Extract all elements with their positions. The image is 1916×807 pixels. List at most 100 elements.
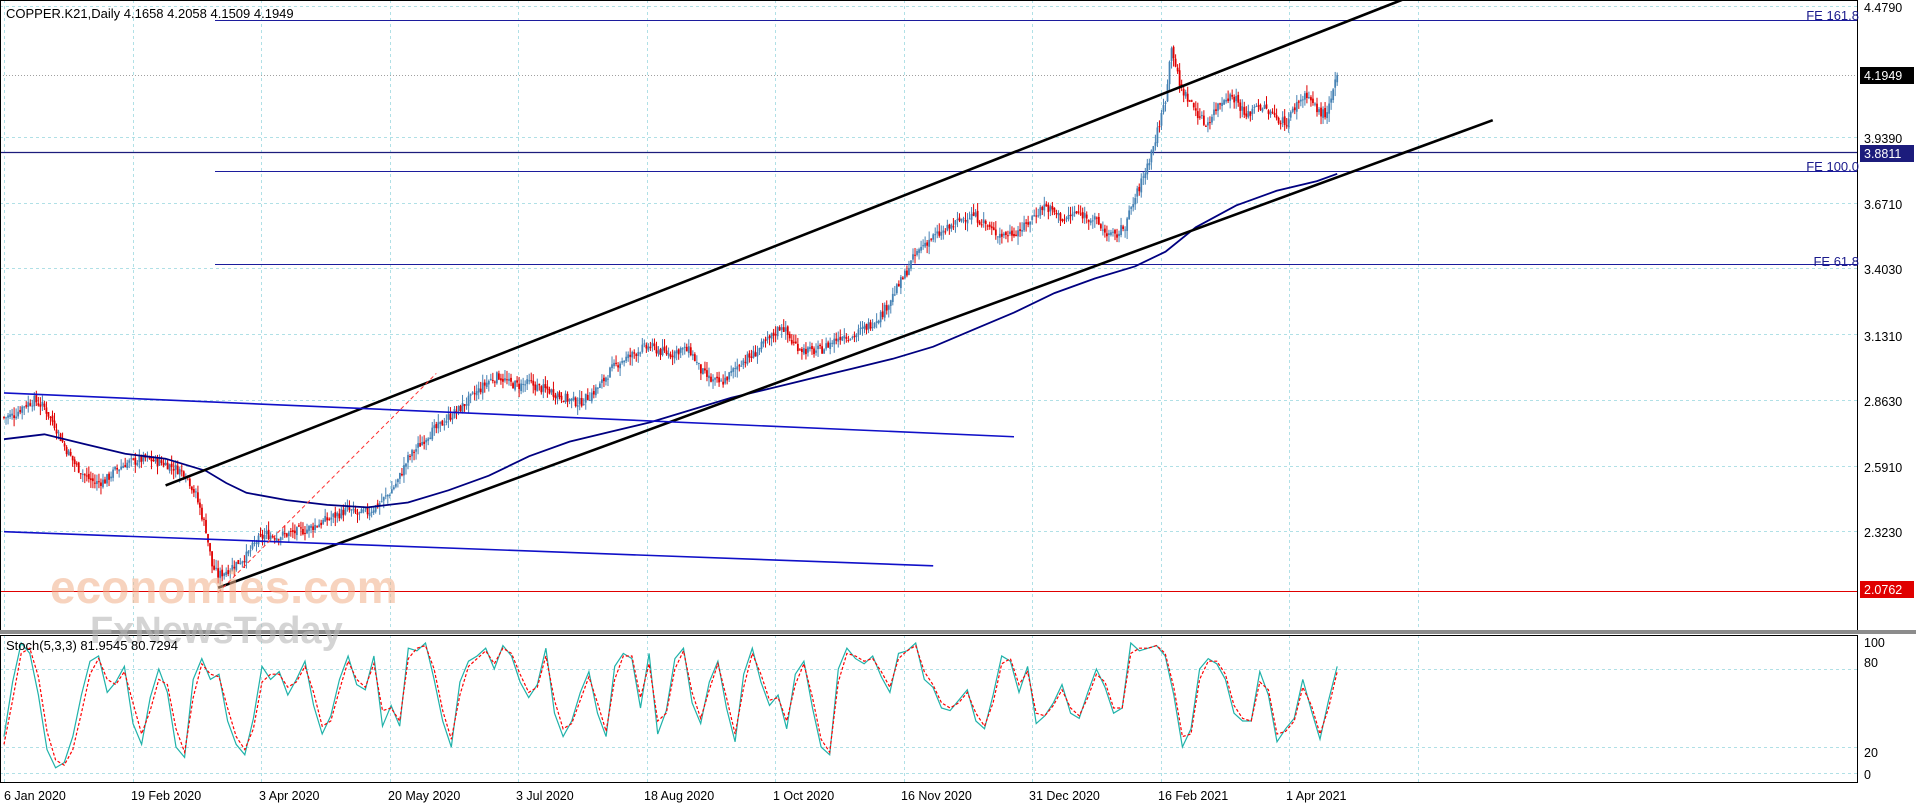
candle-bear — [1285, 125, 1288, 127]
candle-bear — [722, 381, 725, 385]
candle-bull — [429, 437, 432, 440]
candle-bear — [479, 388, 482, 393]
candle-bear — [104, 479, 106, 484]
candle-bull — [362, 510, 365, 512]
candle-bull — [681, 348, 684, 350]
candle-bear — [930, 238, 933, 240]
candle-bear — [986, 225, 989, 227]
candle-bull — [918, 249, 920, 253]
candle-bull — [1247, 111, 1250, 118]
candle-bear — [847, 339, 850, 341]
candle-bull — [631, 351, 634, 358]
candle-bull — [879, 312, 882, 323]
candle-bear — [162, 462, 165, 466]
candle-bull — [1326, 112, 1328, 119]
candle-bull — [11, 413, 13, 416]
candle-bull — [253, 542, 256, 544]
candle-bull — [1023, 222, 1025, 231]
candle-bear — [100, 482, 102, 486]
candle-bear — [502, 378, 504, 382]
candle-bull — [841, 337, 844, 341]
candle-bear — [718, 377, 720, 383]
candle-bear — [972, 212, 975, 216]
candle-bear — [835, 338, 838, 341]
candle-bull — [318, 524, 321, 528]
candle-bull — [31, 405, 34, 407]
candle-bull — [33, 395, 36, 407]
candle-bear — [1059, 213, 1062, 221]
candle-bull — [736, 366, 739, 370]
candle-bull — [570, 398, 573, 401]
candle-bull — [427, 438, 430, 441]
candle-bull — [21, 406, 24, 413]
candle-bull — [572, 396, 575, 400]
candle-bull — [364, 508, 367, 510]
candle-bull — [453, 409, 456, 418]
candle-bull — [475, 391, 478, 396]
candle-bear — [669, 354, 672, 358]
candle-bull — [946, 224, 949, 231]
candle-bear — [1106, 233, 1108, 237]
candle-bull — [1269, 111, 1272, 115]
candle-bull — [550, 389, 553, 393]
candle-bear — [285, 533, 288, 537]
candle-bull — [130, 458, 133, 460]
candle-bull — [605, 377, 607, 382]
candle-bull — [815, 350, 817, 353]
candle-bull — [1130, 207, 1133, 209]
candle-bull — [1144, 173, 1147, 179]
candle-bear — [992, 227, 995, 230]
candle-bull — [643, 343, 646, 345]
candle-bear — [914, 254, 916, 256]
candle-bear — [1041, 206, 1044, 211]
candle-bear — [35, 394, 38, 403]
candle-bear — [964, 219, 967, 222]
stoch-tick: 80 — [1864, 656, 1878, 670]
candle-bear — [1273, 112, 1276, 116]
date-tick: 6 Jan 2020 — [4, 789, 66, 803]
candle-bull — [487, 380, 490, 385]
candle-bear — [304, 532, 306, 534]
candle-bull — [623, 360, 626, 363]
candle-bull — [360, 509, 363, 514]
candle-bull — [851, 336, 854, 338]
candle-bull — [1134, 198, 1137, 205]
candle-bear — [209, 543, 211, 552]
stoch-tick: 20 — [1864, 746, 1878, 760]
candle-bear — [1277, 117, 1280, 124]
candle-bull — [1287, 118, 1290, 128]
candle-bull — [1110, 232, 1112, 235]
candle-bull — [524, 384, 527, 386]
candle-bull — [758, 347, 761, 352]
candle-bull — [974, 212, 977, 217]
candle-bull — [1308, 97, 1310, 99]
candle-bear — [1267, 110, 1270, 114]
candle-bull — [114, 467, 116, 470]
candle-bear — [300, 527, 302, 529]
candle-bull — [582, 403, 585, 405]
candle-bull — [1303, 93, 1306, 100]
candle-bear — [124, 465, 127, 468]
candle-bear — [328, 518, 331, 520]
date-tick: 18 Aug 2020 — [644, 789, 714, 803]
candle-bull — [1263, 105, 1266, 109]
candle-bear — [801, 348, 803, 353]
candle-bull — [871, 327, 874, 329]
candle-bear — [1025, 222, 1028, 224]
candle-bear — [1075, 211, 1078, 214]
candle-bull — [910, 260, 912, 269]
candle-bear — [207, 533, 209, 543]
candle-bull — [697, 362, 700, 364]
candle-bear — [51, 415, 54, 422]
candle-bull — [382, 497, 385, 501]
candle-bull — [1156, 127, 1159, 144]
candle-bull — [1017, 230, 1019, 237]
candle-bear — [273, 538, 276, 540]
candle-bull — [998, 233, 1001, 238]
candle-bear — [716, 376, 718, 379]
candle-bull — [1009, 231, 1011, 234]
candle-bull — [451, 417, 454, 420]
candle-bull — [1261, 108, 1264, 112]
candle-bear — [1202, 115, 1205, 125]
candle-bear — [277, 539, 280, 541]
